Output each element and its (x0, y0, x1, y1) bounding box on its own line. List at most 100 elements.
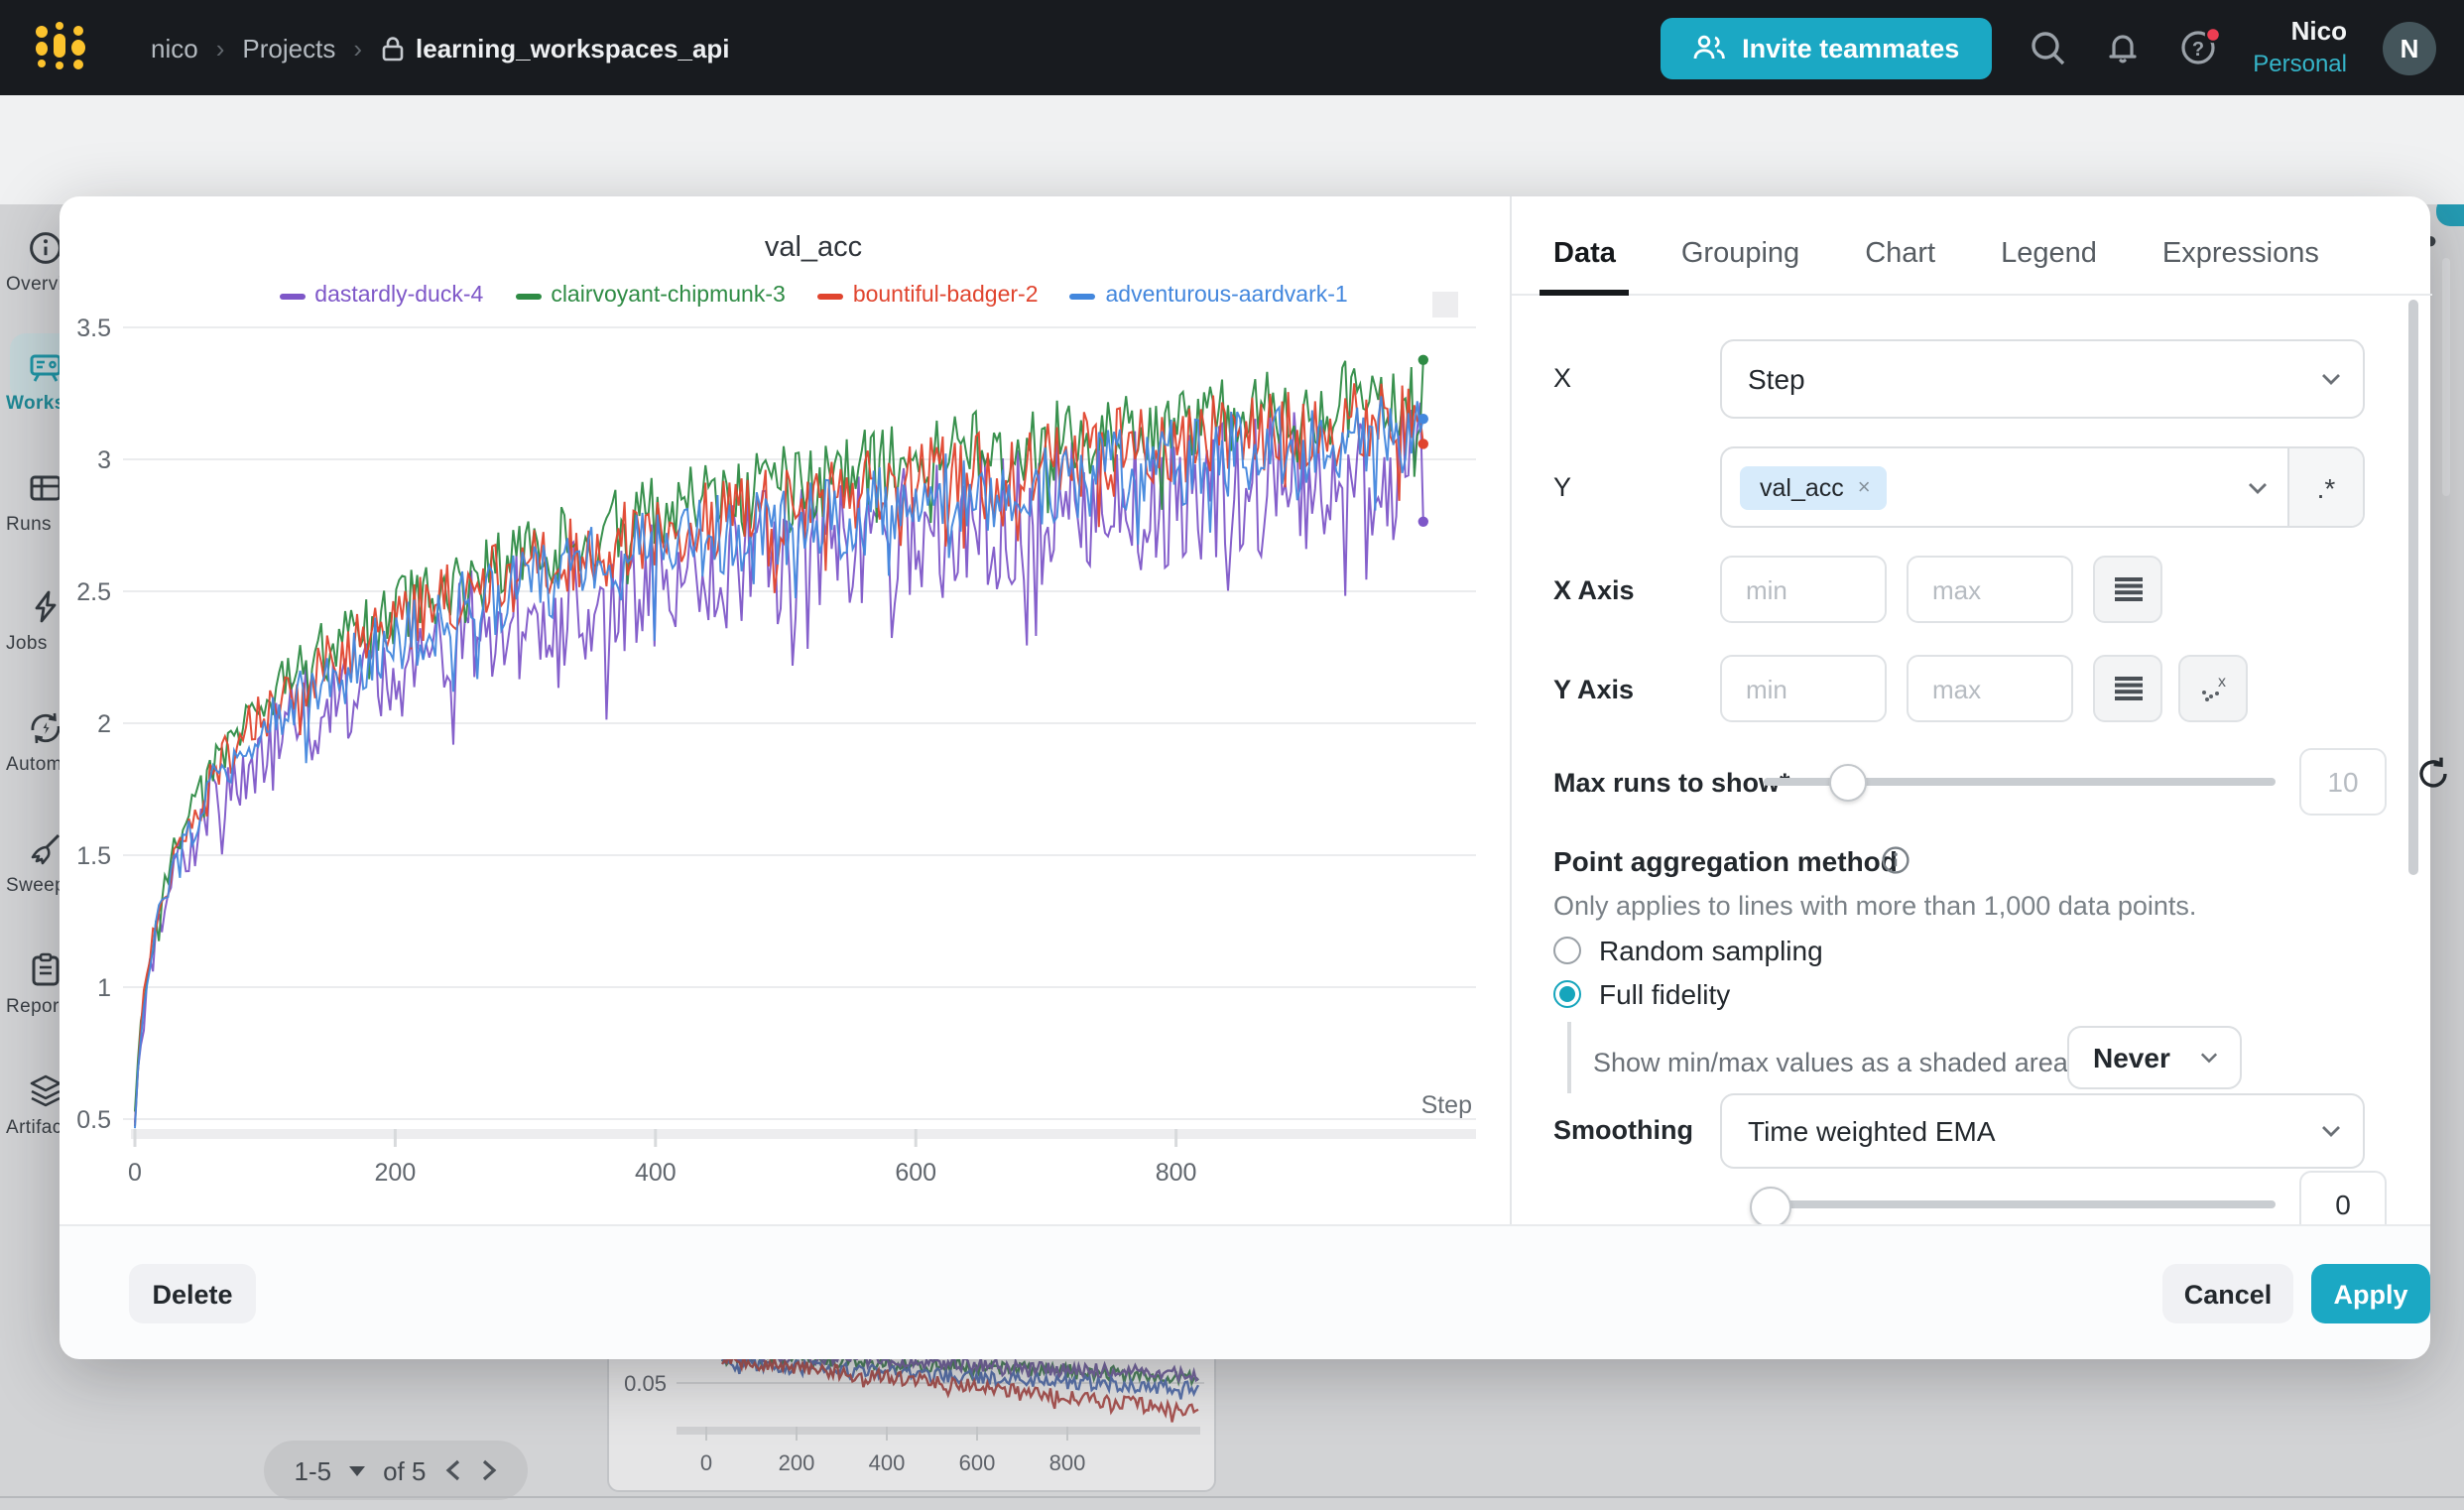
x-metric-select[interactable]: Step (1720, 339, 2365, 419)
svg-text:1.5: 1.5 (76, 842, 111, 870)
legend-label: dastardly-duck-4 (314, 284, 483, 308)
breadcrumb-projects[interactable]: Projects (242, 33, 335, 63)
svg-text:0.5: 0.5 (76, 1106, 111, 1134)
y-metric-chip-label: val_acc (1760, 473, 1844, 501)
chart-preview-pane: val_acc dastardly-duck-4 clairvoyant-chi… (60, 196, 1510, 1224)
y-metric-select[interactable]: val_acc × .* (1720, 446, 2365, 528)
max-runs-value-input[interactable] (2299, 748, 2387, 816)
x-axis-log-scale-button[interactable] (2093, 556, 2162, 623)
x-axis-max-input[interactable] (1907, 556, 2073, 623)
main-chart-svg: 0.511.522.533.50200400600800Step (60, 312, 1510, 1208)
breadcrumb-entity[interactable]: nico (151, 33, 198, 63)
regex-toggle-button[interactable]: .* (2287, 448, 2363, 526)
tab-expressions[interactable]: Expressions (2162, 238, 2319, 294)
log-scale-icon (2114, 577, 2142, 601)
svg-text:400: 400 (635, 1159, 677, 1187)
delete-button[interactable]: Delete (129, 1264, 256, 1323)
smoothing-select[interactable]: Time weighted EMA (1720, 1093, 2365, 1169)
smoothing-value: Time weighted EMA (1748, 1115, 1996, 1147)
radio-random-sampling[interactable]: Random sampling (1553, 935, 1823, 966)
y-metric-chip[interactable]: val_acc × (1740, 465, 1887, 509)
chevron-down-icon (2321, 373, 2341, 385)
search-icon[interactable] (2027, 28, 2066, 67)
chart-title: val_acc (60, 232, 1567, 264)
radio-full-label: Full fidelity (1599, 978, 1730, 1010)
breadcrumb-project[interactable]: learning_workspaces_api (380, 33, 730, 63)
breadcrumb-separator: › (353, 33, 362, 63)
shaded-area-select[interactable]: Never (2067, 1026, 2242, 1089)
tab-legend[interactable]: Legend (2001, 238, 2097, 294)
workspace-header: Nico's workspace N Personal workspace Au… (0, 95, 2464, 204)
legend-item[interactable]: adventurous-aardvark-1 (1070, 284, 1348, 308)
svg-text:x: x (2218, 675, 2226, 691)
panel-edit-modal: val_acc dastardly-duck-4 clairvoyant-chi… (60, 196, 2430, 1357)
svg-text:2.5: 2.5 (76, 578, 111, 606)
breadcrumb: nico › Projects › learning_workspaces_ap… (151, 33, 730, 63)
x-axis-min-input[interactable] (1720, 556, 1887, 623)
aggregation-note: Only applies to lines with more than 1,0… (1553, 891, 2196, 921)
svg-text:Step: Step (1421, 1091, 1472, 1119)
x-field-label: X (1553, 363, 1571, 393)
svg-text:200: 200 (375, 1159, 417, 1187)
svg-text:1: 1 (97, 974, 111, 1002)
chart-legend: dastardly-duck-4 clairvoyant-chipmunk-3 … (60, 284, 1567, 308)
indent-bar (1567, 1022, 1571, 1093)
y-axis-label: Y Axis (1553, 675, 1634, 704)
radio-icon (1553, 937, 1581, 964)
y-axis-ignore-outliers-button[interactable]: x (2178, 655, 2248, 722)
max-runs-reset-button[interactable] (2414, 754, 2452, 802)
tab-grouping[interactable]: Grouping (1681, 238, 1799, 294)
svg-text:?: ? (2191, 39, 2203, 61)
legend-label: bountiful-badger-2 (853, 284, 1039, 308)
legend-label: clairvoyant-chipmunk-3 (551, 284, 786, 308)
smoothing-slider-track[interactable] (1764, 1200, 2276, 1208)
info-icon[interactable] (1881, 845, 1910, 885)
settings-scrollbar[interactable] (2408, 300, 2418, 875)
legend-item[interactable]: clairvoyant-chipmunk-3 (515, 284, 786, 308)
radio-random-label: Random sampling (1599, 935, 1823, 966)
breadcrumb-separator: › (216, 33, 225, 63)
svg-text:3: 3 (97, 446, 111, 474)
svg-text:0: 0 (128, 1159, 142, 1187)
x-axis-label: X Axis (1553, 575, 1635, 605)
user-scope: Personal (2253, 49, 2347, 78)
svg-text:2: 2 (97, 710, 111, 738)
apply-button[interactable]: Apply (2311, 1264, 2430, 1323)
chevron-down-icon (2321, 1125, 2341, 1137)
notifications-bell-icon[interactable] (2102, 28, 2142, 67)
y-axis-log-scale-button[interactable] (2093, 655, 2162, 722)
svg-text:3.5: 3.5 (76, 315, 111, 342)
radio-full-fidelity[interactable]: Full fidelity (1553, 978, 1730, 1010)
y-axis-min-input[interactable] (1720, 655, 1887, 722)
max-runs-slider-handle[interactable] (1829, 764, 1867, 802)
user-avatar[interactable]: N (2383, 21, 2436, 74)
tab-chart[interactable]: Chart (1865, 238, 1935, 294)
log-scale-icon (2114, 677, 2142, 700)
invite-teammates-label: Invite teammates (1742, 33, 1959, 63)
svg-text:600: 600 (895, 1159, 936, 1187)
shaded-area-label: Show min/max values as a shaded area (1593, 1048, 2068, 1077)
invite-teammates-button[interactable]: Invite teammates (1661, 17, 1991, 78)
y-axis-max-input[interactable] (1907, 655, 2073, 722)
cancel-button[interactable]: Cancel (2162, 1264, 2293, 1323)
help-icon[interactable]: ? (2177, 28, 2217, 67)
breadcrumb-project-name: learning_workspaces_api (416, 33, 730, 63)
legend-item[interactable]: bountiful-badger-2 (817, 284, 1039, 308)
settings-tabs: Data Grouping Chart Legend Expressions (1512, 196, 2432, 296)
shaded-area-value: Never (2093, 1042, 2170, 1073)
people-icon (1692, 34, 1726, 62)
legend-swatch (279, 293, 305, 299)
tab-data[interactable]: Data (1553, 238, 1616, 294)
wandb-logo-icon[interactable] (32, 18, 91, 77)
legend-swatch (1070, 293, 1096, 299)
reset-icon (2414, 754, 2452, 792)
chevron-down-icon (2200, 1052, 2218, 1064)
legend-item[interactable]: dastardly-duck-4 (279, 284, 483, 308)
smoothing-slider-handle[interactable] (1750, 1187, 1791, 1228)
legend-label: adventurous-aardvark-1 (1106, 284, 1348, 308)
x-metric-value: Step (1748, 363, 1805, 395)
notification-dot (2205, 28, 2219, 42)
user-block[interactable]: Nico Personal (2253, 17, 2347, 79)
chip-remove-icon[interactable]: × (1858, 475, 1871, 499)
lock-icon (380, 35, 404, 61)
